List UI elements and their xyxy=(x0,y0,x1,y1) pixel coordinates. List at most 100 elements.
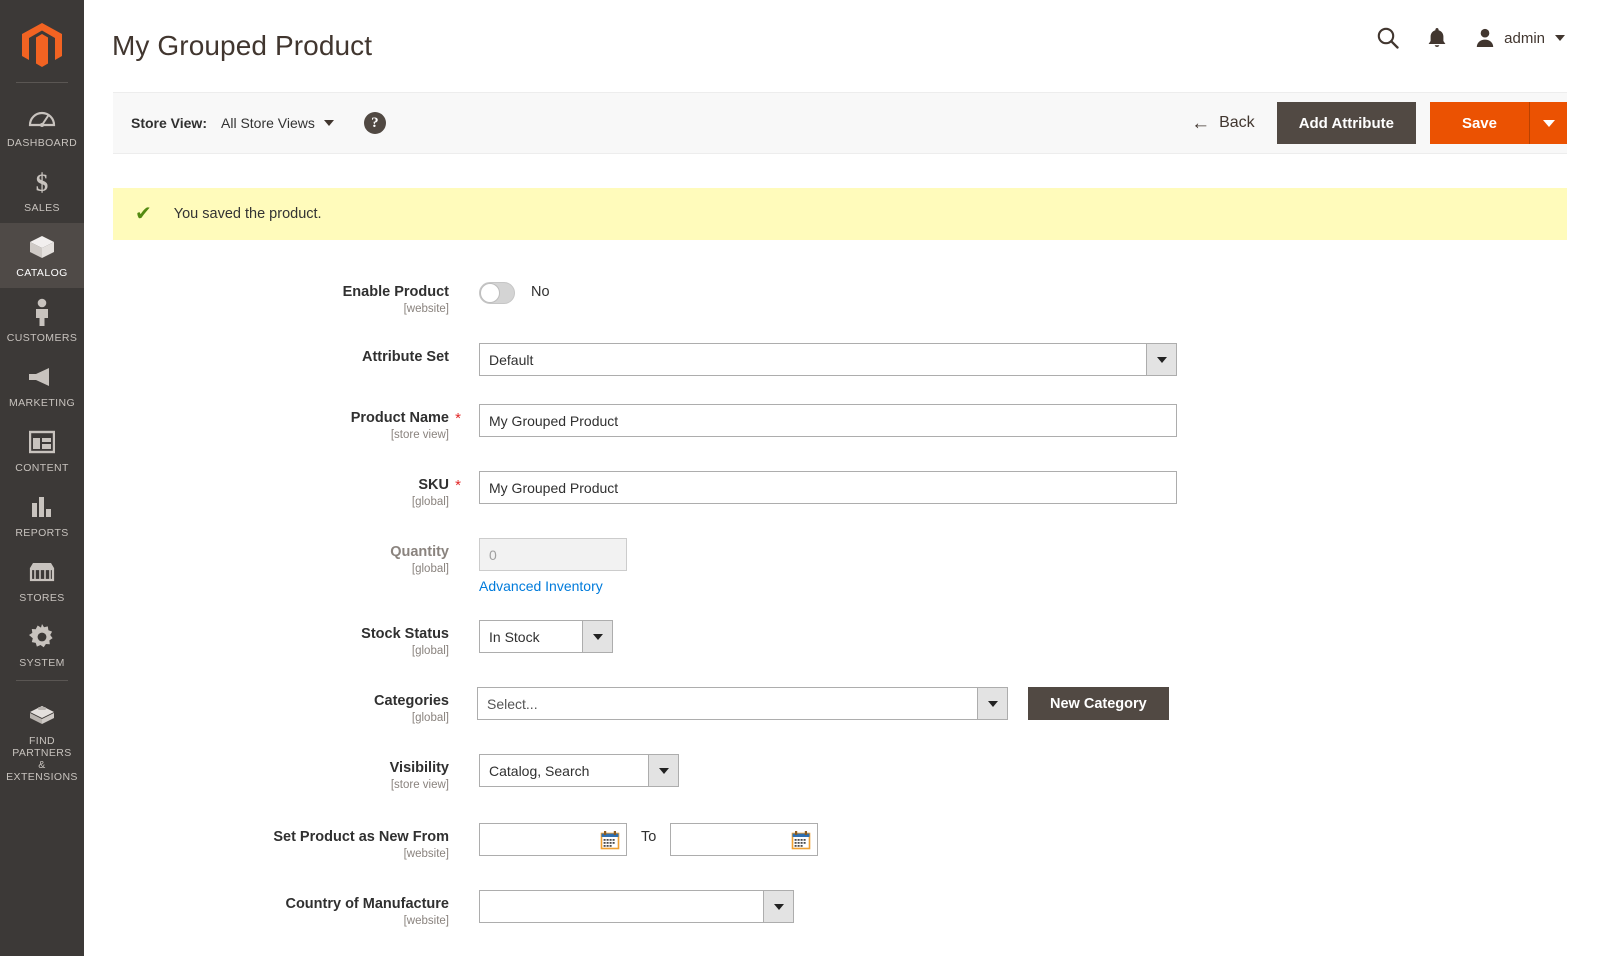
field-set-product-as-new: Set Product as New From [website] xyxy=(84,823,1597,862)
new-to-date-wrapper xyxy=(670,823,818,856)
product-name-input[interactable] xyxy=(479,404,1177,437)
field-label-text: Country of Manufacture xyxy=(84,896,449,913)
sidebar-item-system[interactable]: SYSTEM xyxy=(0,613,84,678)
field-label: Stock Status [global] xyxy=(84,620,449,659)
sidebar-item-stores[interactable]: STORES xyxy=(0,548,84,613)
sidebar-item-sales[interactable]: $ SALES xyxy=(0,158,84,223)
admin-user-name: admin xyxy=(1504,30,1545,47)
page-actions-toolbar: Store View: All Store Views ? ← Back Add… xyxy=(113,92,1567,154)
new-category-button[interactable]: New Category xyxy=(1028,687,1169,720)
chevron-down-icon xyxy=(648,755,678,786)
sidebar-divider-bottom xyxy=(16,680,68,681)
field-visibility: Visibility [store view] Catalog, Search xyxy=(84,754,1597,793)
sidebar-item-label: STORES xyxy=(19,592,64,604)
back-button[interactable]: ← Back xyxy=(1169,92,1277,154)
quantity-input[interactable] xyxy=(479,538,627,571)
save-button-group: Save xyxy=(1430,102,1567,144)
country-of-manufacture-select[interactable] xyxy=(479,890,794,923)
field-label: Country of Manufacture [website] xyxy=(84,890,449,929)
search-icon[interactable] xyxy=(1376,26,1400,50)
field-sku: SKU [global] * xyxy=(84,471,1597,510)
field-scope-text: [global] xyxy=(84,495,449,510)
stock-status-select[interactable]: In Stock xyxy=(479,620,613,653)
sidebar-item-catalog[interactable]: CATALOG xyxy=(0,223,84,288)
required-indicator: * xyxy=(449,471,467,494)
field-label-text: Quantity xyxy=(84,544,449,561)
required-indicator: * xyxy=(449,404,467,427)
add-attribute-button[interactable]: Add Attribute xyxy=(1277,102,1416,144)
field-stock-status: Stock Status [global] In Stock xyxy=(84,620,1597,659)
attribute-set-select[interactable]: Default xyxy=(479,343,1177,376)
person-icon xyxy=(27,297,57,327)
admin-app: DASHBOARD $ SALES CATALOG CUSTOMERS xyxy=(0,0,1597,956)
field-scope-text: [website] xyxy=(84,914,449,929)
back-button-label: Back xyxy=(1219,114,1255,132)
magento-logo[interactable] xyxy=(0,10,84,80)
sidebar-item-label: FIND PARTNERS& EXTENSIONS xyxy=(2,735,82,783)
country-of-manufacture-value xyxy=(480,891,763,922)
success-message-banner: ✔ You saved the product. xyxy=(113,188,1567,240)
field-label-text: Categories xyxy=(84,693,449,710)
categories-value: Select... xyxy=(478,688,977,719)
box-icon xyxy=(27,232,57,262)
sidebar-item-reports[interactable]: REPORTS xyxy=(0,483,84,548)
chevron-down-icon xyxy=(324,120,334,126)
calendar-icon[interactable] xyxy=(791,830,811,855)
field-scope-text: [store view] xyxy=(84,428,449,443)
field-label: SKU [global] xyxy=(84,471,449,510)
store-view-value: All Store Views xyxy=(221,115,315,131)
field-scope-text: [website] xyxy=(84,847,449,862)
chevron-down-icon xyxy=(582,621,612,652)
categories-select[interactable]: Select... xyxy=(477,687,1008,720)
gear-icon xyxy=(27,622,57,652)
sku-input[interactable] xyxy=(479,471,1177,504)
store-view-dropdown[interactable]: All Store Views xyxy=(221,115,334,131)
field-control: Select... New Category xyxy=(467,687,1169,720)
success-message-text: You saved the product. xyxy=(174,206,322,222)
chevron-down-icon xyxy=(1555,35,1565,41)
field-control: Catalog, Search xyxy=(467,754,679,787)
enable-product-toggle-state: No xyxy=(531,278,550,300)
product-form: Enable Product [website] No Attribute Se… xyxy=(84,240,1597,929)
field-enable-product: Enable Product [website] No xyxy=(84,278,1597,317)
sidebar-divider-top xyxy=(16,82,68,83)
admin-user-menu[interactable]: admin xyxy=(1474,27,1565,49)
bell-icon[interactable] xyxy=(1426,26,1448,50)
dashboard-icon xyxy=(27,102,57,132)
field-label-text: Visibility xyxy=(84,760,449,777)
sidebar-item-marketing[interactable]: MARKETING xyxy=(0,353,84,418)
stock-status-value: In Stock xyxy=(480,621,582,652)
field-label-text: Product Name xyxy=(84,410,449,427)
layout-icon xyxy=(27,427,57,457)
sidebar-item-label: MARKETING xyxy=(9,397,75,409)
calendar-icon[interactable] xyxy=(600,830,620,855)
help-icon[interactable]: ? xyxy=(364,112,386,134)
field-label: Categories [global] xyxy=(84,687,449,726)
field-scope-text: [global] xyxy=(84,562,449,577)
enable-product-toggle[interactable] xyxy=(479,282,515,304)
save-button[interactable]: Save xyxy=(1430,102,1529,144)
save-options-button[interactable] xyxy=(1529,102,1567,144)
field-scope-text: [store view] xyxy=(84,778,449,793)
extension-icon xyxy=(27,700,57,730)
arrow-left-icon: ← xyxy=(1191,114,1210,133)
page-header: My Grouped Product admin xyxy=(84,0,1597,92)
attribute-set-value: Default xyxy=(480,344,1146,375)
sidebar-item-content[interactable]: CONTENT xyxy=(0,418,84,483)
field-scope-text: [website] xyxy=(84,302,449,317)
check-icon: ✔ xyxy=(135,204,152,224)
sidebar-item-dashboard[interactable]: DASHBOARD xyxy=(0,93,84,158)
sidebar-item-label: SALES xyxy=(24,202,60,214)
visibility-select[interactable]: Catalog, Search xyxy=(479,754,679,787)
field-scope-text: [global] xyxy=(84,711,449,726)
field-label: Set Product as New From [website] xyxy=(84,823,449,862)
sidebar-item-find-partners-extensions[interactable]: FIND PARTNERS& EXTENSIONS xyxy=(0,691,84,792)
field-label-text: SKU xyxy=(84,477,449,494)
user-avatar-icon xyxy=(1474,27,1496,49)
chevron-down-icon xyxy=(1146,344,1176,375)
field-product-name: Product Name [store view] * xyxy=(84,404,1597,443)
field-control xyxy=(467,471,1177,504)
advanced-inventory-link[interactable]: Advanced Inventory xyxy=(479,578,603,594)
sidebar-item-customers[interactable]: CUSTOMERS xyxy=(0,288,84,353)
field-control xyxy=(467,538,627,571)
